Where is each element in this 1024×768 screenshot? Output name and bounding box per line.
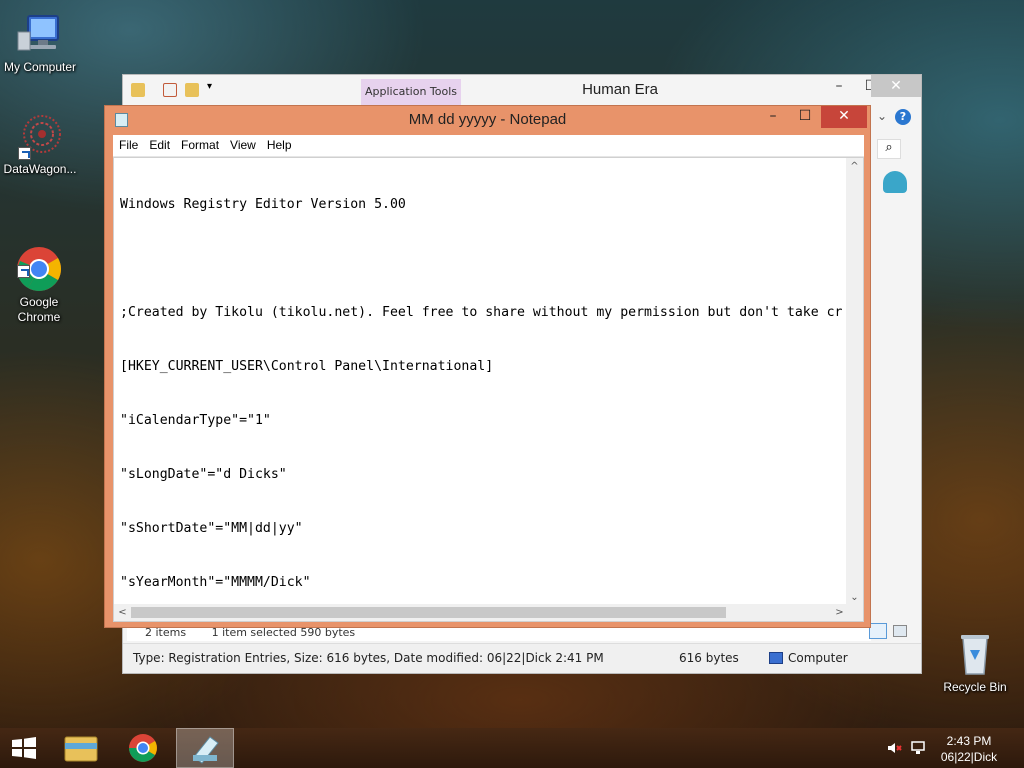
menu-help[interactable]: Help	[261, 135, 297, 152]
size-grip[interactable]	[846, 604, 863, 621]
windows-logo-icon	[12, 737, 36, 759]
menu-format[interactable]: Format	[175, 135, 224, 152]
shortcut-arrow-icon	[18, 147, 31, 160]
computer-icon	[16, 10, 64, 58]
horizontal-scrollbar[interactable]: < >	[114, 604, 848, 621]
network-icon[interactable]	[910, 740, 926, 756]
editor-line: "iCalendarType"="1"	[120, 413, 271, 428]
editor-line: "sLongDate"="d Dicks"	[120, 467, 287, 482]
editor-line: [HKEY_CURRENT_USER\Control Panel\Interna…	[120, 359, 494, 374]
taskbar-chrome[interactable]	[114, 728, 172, 768]
search-icon[interactable]: ⌕	[877, 139, 901, 159]
shell-icon	[883, 171, 907, 193]
scroll-up-icon[interactable]: ^	[846, 158, 863, 175]
system-clock[interactable]: 2:43 PM 06|22|Dick	[934, 733, 1004, 765]
volume-muted-icon[interactable]	[886, 740, 902, 756]
details-size: 616 bytes	[679, 651, 739, 665]
desktop-icon-label: Google Chrome	[17, 295, 61, 324]
editor-line: "sYearMonth"="MMMM/Dick"	[120, 575, 311, 590]
menu-edit[interactable]: Edit	[143, 135, 175, 152]
desktop-icon-label: My Computer	[3, 60, 77, 74]
editor-line: ;Created by Tikolu (tikolu.net). Feel fr…	[120, 305, 842, 320]
file-explorer-icon	[64, 736, 98, 762]
vertical-scrollbar[interactable]: ^ ⌄	[846, 158, 863, 606]
computer-icon	[769, 652, 783, 664]
details-text: Type: Registration Entries, Size: 616 by…	[133, 651, 604, 665]
explorer-titlebar[interactable]: ▾ Application Tools Human Era – ☐ ✕	[123, 75, 921, 105]
close-button[interactable]: ✕	[821, 106, 867, 128]
close-button[interactable]: ✕	[871, 75, 921, 97]
notepad-window[interactable]: MM dd yyyyy - Notepad – ☐ ✕ File Edit Form…	[104, 105, 871, 628]
shortcut-arrow-icon	[17, 265, 30, 278]
desktop-icon-recycle-bin[interactable]: Recycle Bin	[935, 630, 1015, 695]
menu-view[interactable]: View	[224, 135, 261, 152]
notepad-title: MM dd yyyyy - Notepad	[408, 111, 567, 128]
desktop-icon-label: Recycle Bin	[943, 680, 1007, 694]
desktop-icon-google-chrome[interactable]: Google Chrome	[0, 215, 79, 340]
scroll-thumb[interactable]	[131, 607, 726, 618]
editor-line: Windows Registry Editor Version 5.00	[120, 197, 406, 212]
ribbon-expand-icon[interactable]: ⌄	[877, 109, 887, 123]
notepad-icon	[193, 736, 219, 764]
editor-content[interactable]: Windows Registry Editor Version 5.00 ;Cr…	[120, 160, 842, 621]
menu-bar: File Edit Format View Help	[113, 135, 864, 157]
details-pane: Type: Registration Entries, Size: 616 by…	[123, 643, 921, 673]
start-button[interactable]	[0, 728, 48, 768]
clock-time: 2:43 PM	[946, 734, 992, 748]
text-editor[interactable]: Windows Registry Editor Version 5.00 ;Cr…	[113, 157, 864, 622]
minimize-button[interactable]: –	[758, 106, 788, 128]
minimize-button[interactable]: –	[823, 75, 855, 97]
clock-date: 06|22|Dick	[940, 750, 998, 764]
desktop-icon-my-computer[interactable]: My Computer	[0, 10, 80, 75]
taskbar-notepad[interactable]	[176, 728, 234, 768]
maximize-button[interactable]: ☐	[790, 106, 820, 128]
recycle-bin-icon	[951, 630, 999, 678]
thumbnails-view-icon[interactable]	[893, 625, 907, 637]
desktop-icon-label: DataWagon...	[3, 162, 77, 176]
details-location: Computer	[788, 651, 848, 665]
editor-line: "sShortDate"="MM|dd|yy"	[120, 521, 303, 536]
chrome-icon	[15, 230, 63, 291]
chrome-icon	[129, 734, 157, 762]
datawagon-icon	[16, 112, 64, 160]
desktop-icon-datawagon[interactable]: DataWagon...	[0, 112, 80, 177]
taskbar: 2:43 PM 06|22|Dick	[0, 728, 1024, 768]
taskbar-file-explorer[interactable]	[52, 728, 110, 768]
help-icon[interactable]: ?	[895, 109, 911, 125]
scroll-left-icon[interactable]: <	[114, 604, 131, 621]
window-title: Human Era	[582, 81, 658, 98]
menu-file[interactable]: File	[113, 135, 143, 152]
details-view-icon[interactable]	[869, 623, 887, 639]
